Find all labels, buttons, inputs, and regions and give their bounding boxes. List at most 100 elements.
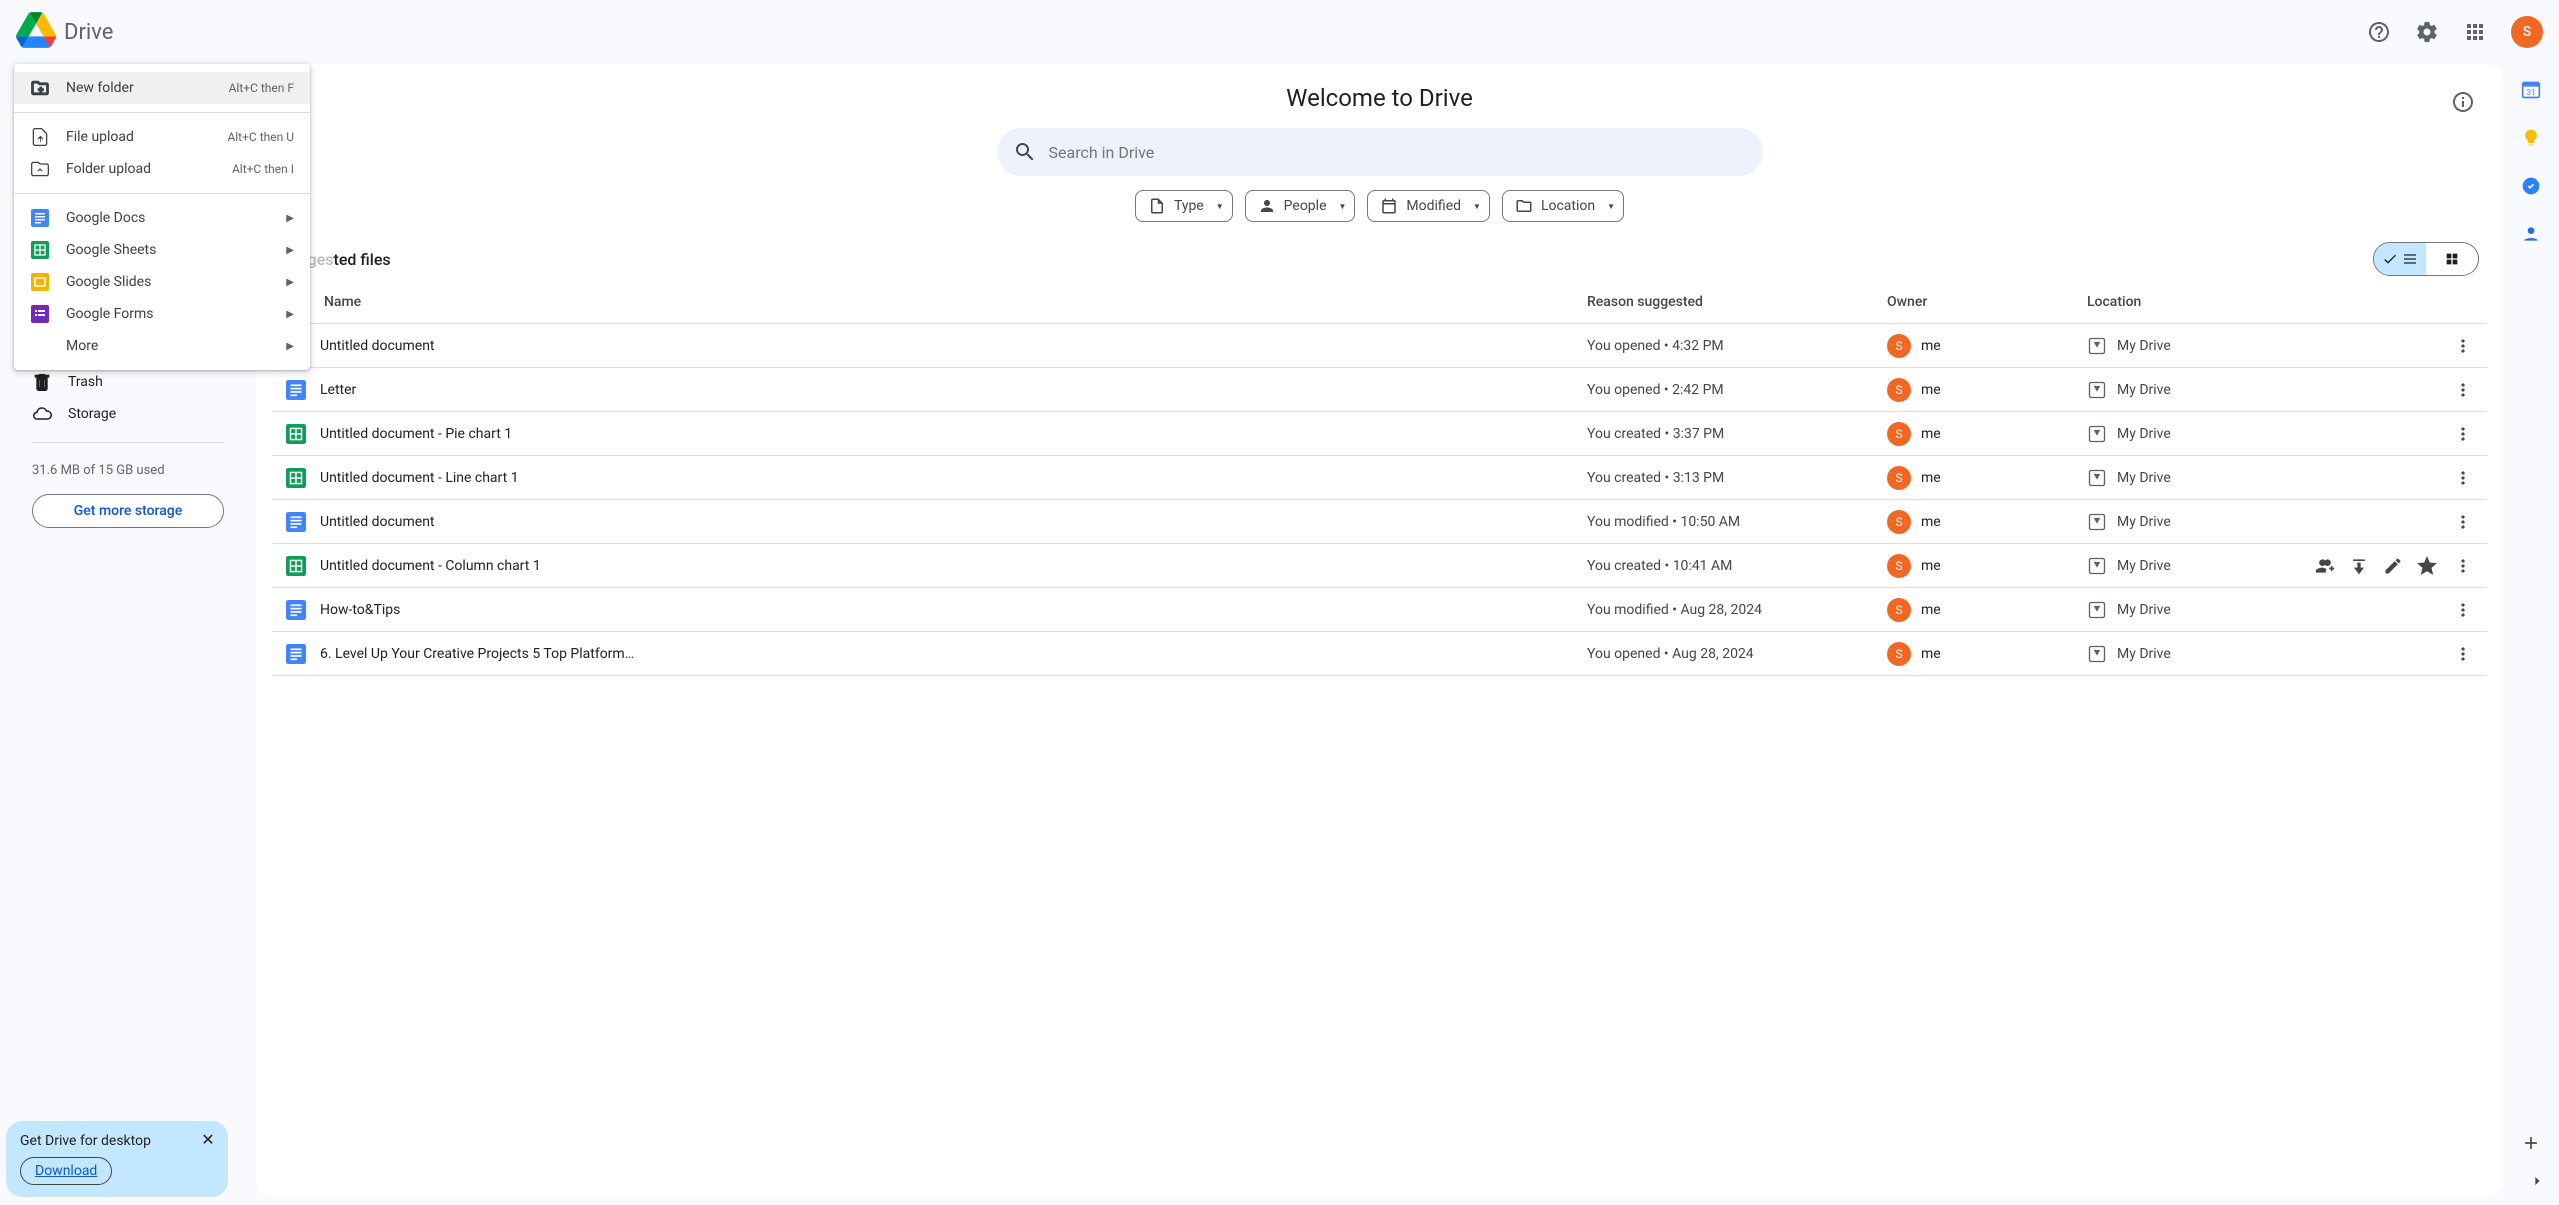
- get-addons-button[interactable]: [2521, 1133, 2541, 1157]
- menu-item-slides[interactable]: Google Slides ▶: [14, 266, 310, 298]
- info-icon: [2451, 90, 2475, 114]
- list-view-button[interactable]: [2374, 243, 2426, 275]
- rename-button[interactable]: [2377, 550, 2409, 582]
- location-cell[interactable]: My Drive: [2087, 556, 2307, 576]
- trash-icon: [32, 372, 52, 392]
- filter-chip-people[interactable]: People▼: [1245, 190, 1356, 222]
- help-icon: [2367, 20, 2391, 44]
- star-button[interactable]: [2411, 550, 2443, 582]
- grid-view-button[interactable]: [2426, 243, 2478, 275]
- reason-suggested: You created • 3:37 PM: [1587, 426, 1887, 442]
- contacts-addon[interactable]: [2521, 224, 2541, 248]
- file-name: Untitled document - Column chart 1: [320, 558, 1587, 574]
- reason-suggested: You created • 3:13 PM: [1587, 470, 1887, 486]
- table-header: Name Reason suggested Owner Location: [272, 280, 2487, 324]
- location-cell[interactable]: My Drive: [2087, 336, 2307, 356]
- view-toggle: [2373, 242, 2479, 276]
- filter-chip-type[interactable]: Type▼: [1135, 190, 1233, 222]
- submenu-arrow-icon: ▶: [286, 309, 294, 320]
- more-actions-button[interactable]: [2447, 550, 2479, 582]
- location-cell[interactable]: My Drive: [2087, 468, 2307, 488]
- more-actions-button[interactable]: [2447, 638, 2479, 670]
- apps-button[interactable]: [2455, 12, 2495, 52]
- calendar-addon[interactable]: 31: [2521, 80, 2541, 104]
- sheets-file-icon: [272, 556, 320, 576]
- table-row[interactable]: Untitled document - Line chart 1 You cre…: [272, 456, 2487, 500]
- menu-item-folder-new[interactable]: New folder Alt+C then F: [14, 72, 310, 104]
- location-cell[interactable]: My Drive: [2087, 644, 2307, 664]
- mydrive-icon: [2087, 424, 2107, 444]
- menu-item-sheets[interactable]: Google Sheets ▶: [14, 234, 310, 266]
- filter-chip-modified[interactable]: Modified▼: [1367, 190, 1490, 222]
- info-button[interactable]: [2443, 82, 2483, 122]
- welcome-heading: Welcome to Drive: [1286, 84, 1473, 112]
- owner-avatar: S: [1887, 466, 1911, 490]
- owner-cell: S me: [1887, 334, 2087, 358]
- filter-chip-location[interactable]: Location▼: [1502, 190, 1624, 222]
- keep-addon[interactable]: [2521, 128, 2541, 152]
- search-input[interactable]: [1049, 143, 1747, 162]
- table-row[interactable]: Untitled document - Pie chart 1 You crea…: [272, 412, 2487, 456]
- owner-cell: S me: [1887, 642, 2087, 666]
- docs-icon: [30, 208, 50, 228]
- mydrive-icon: [2087, 644, 2107, 664]
- promo-download-button[interactable]: Download: [20, 1157, 112, 1185]
- more-actions-button[interactable]: [2447, 506, 2479, 538]
- location-cell[interactable]: My Drive: [2087, 512, 2307, 532]
- slides-icon: [30, 272, 50, 292]
- folder-upload-icon: [30, 159, 50, 179]
- drive-logo-icon: [16, 10, 56, 54]
- share-button[interactable]: [2309, 550, 2341, 582]
- table-row[interactable]: Untitled document You modified • 10:50 A…: [272, 500, 2487, 544]
- more-actions-button[interactable]: [2447, 462, 2479, 494]
- folder-icon: [1515, 197, 1533, 215]
- download-button[interactable]: [2343, 550, 2375, 582]
- search-bar[interactable]: [997, 128, 1763, 176]
- tasks-addon[interactable]: [2521, 176, 2541, 200]
- file-upload-icon: [30, 127, 50, 147]
- storage-icon: [32, 404, 52, 424]
- table-row[interactable]: Untitled document You opened • 4:32 PM S…: [272, 324, 2487, 368]
- logo[interactable]: Drive: [16, 10, 256, 54]
- reason-suggested: You created • 10:41 AM: [1587, 558, 1887, 574]
- settings-button[interactable]: [2407, 12, 2447, 52]
- menu-item-forms[interactable]: Google Forms ▶: [14, 298, 310, 330]
- hide-side-panel-button[interactable]: [2527, 1171, 2547, 1195]
- menu-item-docs[interactable]: Google Docs ▶: [14, 202, 310, 234]
- more-actions-button[interactable]: [2447, 330, 2479, 362]
- location-cell[interactable]: My Drive: [2087, 380, 2307, 400]
- more-actions-button[interactable]: [2447, 594, 2479, 626]
- menu-item-more[interactable]: More ▶: [14, 330, 310, 362]
- promo-close-button[interactable]: ✕: [196, 1127, 220, 1151]
- owner-cell: S me: [1887, 422, 2087, 446]
- search-icon: [1013, 140, 1037, 164]
- calendar-icon: [1380, 197, 1398, 215]
- account-avatar[interactable]: S: [2511, 16, 2543, 48]
- location-cell[interactable]: My Drive: [2087, 600, 2307, 620]
- mydrive-icon: [2087, 468, 2107, 488]
- dropdown-icon: ▼: [1216, 202, 1224, 211]
- table-row[interactable]: Letter You opened • 2:42 PM S me My Driv…: [272, 368, 2487, 412]
- file-name: Untitled document: [320, 338, 1587, 354]
- menu-item-folder-upload[interactable]: Folder upload Alt+C then I: [14, 153, 310, 185]
- sidebar-item-storage[interactable]: Storage: [16, 398, 240, 430]
- menu-item-file-upload[interactable]: File upload Alt+C then U: [14, 121, 310, 153]
- table-row[interactable]: How-to&Tips You modified • Aug 28, 2024 …: [272, 588, 2487, 632]
- location-cell[interactable]: My Drive: [2087, 424, 2307, 444]
- more-actions-button[interactable]: [2447, 374, 2479, 406]
- sidebar-item-trash[interactable]: Trash: [16, 366, 240, 398]
- docs-file-icon: [272, 600, 320, 620]
- file-icon: [1148, 197, 1166, 215]
- dropdown-icon: ▼: [1473, 202, 1481, 211]
- support-button[interactable]: [2359, 12, 2399, 52]
- docs-file-icon: [272, 380, 320, 400]
- table-row[interactable]: 6. Level Up Your Creative Projects 5 Top…: [272, 632, 2487, 676]
- owner-cell: S me: [1887, 466, 2087, 490]
- product-name: Drive: [64, 20, 113, 45]
- get-more-storage-button[interactable]: Get more storage: [32, 494, 224, 528]
- file-name: 6. Level Up Your Creative Projects 5 Top…: [320, 646, 1587, 662]
- table-row[interactable]: Untitled document - Column chart 1 You c…: [272, 544, 2487, 588]
- docs-file-icon: [272, 512, 320, 532]
- more-actions-button[interactable]: [2447, 418, 2479, 450]
- owner-avatar: S: [1887, 378, 1911, 402]
